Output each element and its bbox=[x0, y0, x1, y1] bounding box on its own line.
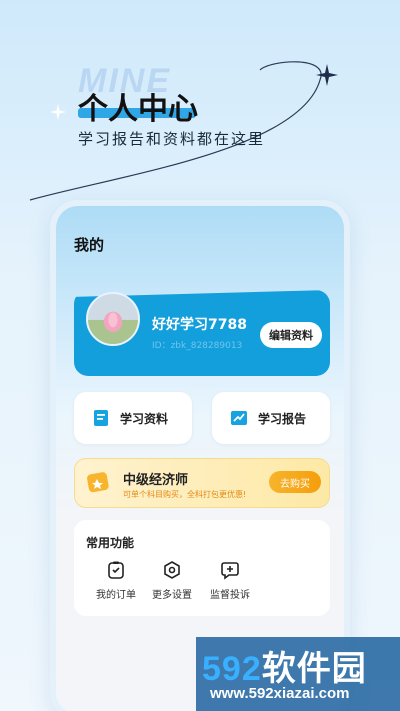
my-orders-item[interactable]: 我的订单 bbox=[86, 560, 146, 601]
buy-button[interactable]: 去购买 bbox=[269, 471, 321, 493]
star-sparkle-icon bbox=[316, 64, 338, 86]
watermark-url: www.592xiazai.com bbox=[210, 685, 350, 702]
study-report-label: 学习报告 bbox=[258, 411, 307, 426]
site-watermark: 592软件园 www.592xiazai.com bbox=[196, 637, 400, 711]
phone-mockup: 我的 好好学习7788 ID：zbk_828289013 编辑资料 学习资料 学… bbox=[50, 200, 350, 711]
study-materials-card[interactable]: 学习资料 bbox=[74, 392, 192, 444]
course-banner[interactable]: 中级经济师 可单个科目购买，全科打包更优惠! 去购买 bbox=[74, 458, 330, 508]
course-title: 中级经济师 bbox=[123, 473, 189, 488]
more-settings-item[interactable]: 更多设置 bbox=[142, 560, 202, 601]
watermark-brand: 592软件园 bbox=[202, 641, 367, 690]
nickname: 好好学习7788 bbox=[152, 317, 247, 333]
complaint-label: 监督投诉 bbox=[210, 590, 250, 601]
watermark-text: 软件园 bbox=[261, 650, 367, 688]
common-functions-title: 常用功能 bbox=[86, 536, 135, 550]
user-id: ID：zbk_828289013 bbox=[152, 341, 243, 351]
document-icon bbox=[94, 410, 108, 426]
promo-title: 个人中心 bbox=[78, 92, 198, 127]
complaint-item[interactable]: 监督投诉 bbox=[200, 560, 260, 601]
promo-subtitle: 学习报告和资料都在这里 bbox=[78, 130, 266, 148]
watermark-number: 592 bbox=[202, 650, 262, 688]
more-settings-label: 更多设置 bbox=[152, 590, 192, 601]
complaint-icon bbox=[221, 562, 239, 580]
avatar[interactable] bbox=[86, 292, 140, 346]
course-subtitle: 可单个科目购买，全科打包更优惠! bbox=[123, 490, 247, 499]
course-ticket-icon bbox=[87, 472, 109, 493]
chart-icon bbox=[231, 411, 247, 425]
study-materials-label: 学习资料 bbox=[120, 411, 169, 426]
order-icon bbox=[108, 561, 124, 579]
page-title: 我的 bbox=[74, 236, 105, 254]
common-functions-panel: 常用功能 我的订单 更多设置 监督投诉 bbox=[74, 520, 330, 616]
edit-profile-button[interactable]: 编辑资料 bbox=[260, 322, 322, 348]
study-report-card[interactable]: 学习报告 bbox=[212, 392, 330, 444]
app-screen: 我的 好好学习7788 ID：zbk_828289013 编辑资料 学习资料 学… bbox=[56, 206, 344, 711]
small-sparkle-icon bbox=[50, 104, 66, 120]
my-orders-label: 我的订单 bbox=[96, 590, 136, 601]
settings-icon bbox=[164, 561, 180, 579]
